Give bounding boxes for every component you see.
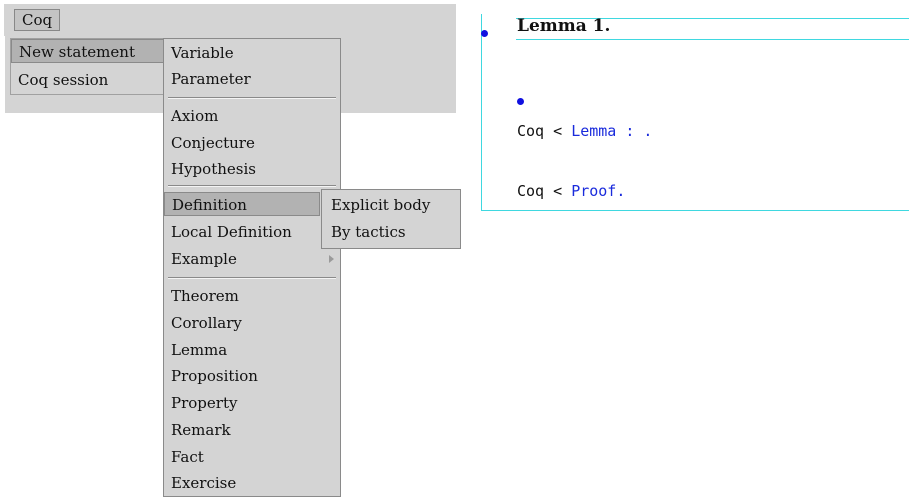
menu-item-label: Explicit body: [331, 196, 431, 214]
coq-command[interactable]: Proof.: [571, 182, 625, 200]
definition-submenu: Explicit body By tactics: [321, 189, 461, 249]
menu-item-label: Property: [171, 394, 238, 412]
menu-separator: [168, 277, 336, 279]
coq-input-line[interactable]: Coq < Proof.: [517, 182, 625, 200]
menu-item-local-definition[interactable]: Local Definition: [164, 220, 340, 244]
menu-item-label: Variable: [171, 44, 234, 62]
menu-item-label: Remark: [171, 421, 231, 439]
menu-item-label: Local Definition: [171, 223, 292, 241]
menu-item-proposition[interactable]: Proposition: [164, 364, 340, 388]
menu-item-definition[interactable]: Definition: [164, 192, 320, 216]
coq-input-line[interactable]: Coq < Lemma : .: [517, 122, 652, 140]
menu-item-label: Theorem: [171, 287, 239, 305]
menu-item-label: Example: [171, 250, 237, 268]
menu-separator: [168, 97, 336, 99]
menu-item-fact[interactable]: Fact: [164, 445, 340, 469]
menu-item-label: Axiom: [171, 107, 219, 125]
menu-item-parameter[interactable]: Parameter: [164, 67, 340, 91]
menu-item-label: Proposition: [171, 367, 258, 385]
menu-item-axiom[interactable]: Axiom: [164, 104, 340, 128]
new-statement-submenu: Variable Parameter Axiom Conjecture Hypo…: [163, 38, 341, 497]
coq-menu: New statement Coq session: [10, 38, 165, 95]
menu-item-exercise[interactable]: Exercise: [164, 471, 340, 495]
menu-item-conjecture[interactable]: Conjecture: [164, 131, 340, 155]
bullet-icon: [517, 98, 524, 105]
menu-item-label: Lemma: [171, 341, 228, 359]
menu-item-label: Corollary: [171, 314, 242, 332]
menu-item-label: Coq session: [18, 71, 109, 89]
menu-item-label: New statement: [19, 43, 135, 61]
menu-item-variable[interactable]: Variable: [164, 41, 340, 65]
coq-command[interactable]: Lemma : .: [571, 122, 652, 140]
menu-item-property[interactable]: Property: [164, 391, 340, 415]
coq-prompt: Coq <: [517, 182, 572, 200]
menu-item-by-tactics[interactable]: By tactics: [324, 220, 458, 244]
coq-prompt: Coq <: [517, 122, 572, 140]
menu-item-corollary[interactable]: Corollary: [164, 311, 340, 335]
bullet-icon: [481, 30, 488, 37]
menu-item-example[interactable]: Example: [164, 247, 340, 271]
menu-item-new-statement[interactable]: New statement: [11, 39, 164, 63]
menu-item-explicit-body[interactable]: Explicit body: [324, 193, 458, 217]
menu-item-label: By tactics: [331, 223, 406, 241]
menu-item-label: Exercise: [171, 474, 237, 492]
menu-item-theorem[interactable]: Theorem: [164, 284, 340, 308]
menu-item-lemma[interactable]: Lemma: [164, 338, 340, 362]
menu-item-label: Conjecture: [171, 134, 255, 152]
lemma-title[interactable]: Lemma 1.: [517, 16, 610, 36]
menu-item-remark[interactable]: Remark: [164, 418, 340, 442]
menu-item-label: Hypothesis: [171, 160, 256, 178]
menu-item-coq-session[interactable]: Coq session: [11, 68, 164, 92]
submenu-arrow-icon: [329, 255, 334, 263]
menu-separator: [168, 185, 336, 187]
menu-item-label: Fact: [171, 448, 204, 466]
coq-menu-button[interactable]: Coq: [14, 9, 61, 31]
menubar: Coq: [4, 4, 456, 36]
menu-item-label: Definition: [172, 196, 247, 214]
menu-item-hypothesis[interactable]: Hypothesis: [164, 157, 340, 181]
menu-item-label: Parameter: [171, 70, 251, 88]
